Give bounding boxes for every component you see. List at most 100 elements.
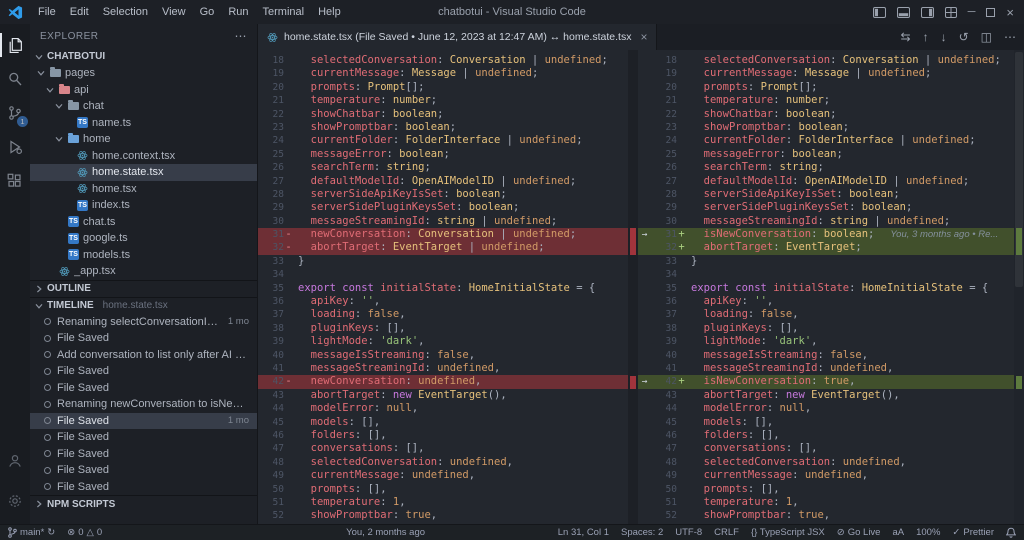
code-line[interactable]: 24 currentFolder: FolderInterface | unde… — [258, 134, 628, 147]
tree-item-google-ts[interactable]: TS google.ts — [30, 230, 257, 247]
tree-item-api[interactable]: api — [30, 82, 257, 99]
code-line[interactable]: 25 messageError: boolean; — [258, 148, 628, 161]
customize-layout-icon[interactable] — [944, 6, 957, 18]
code-line[interactable]: 46 folders: [], — [258, 429, 628, 442]
prettier-status[interactable]: ✓ Prettier — [952, 527, 994, 538]
code-line[interactable]: 22 showChatbar: boolean; — [258, 108, 628, 121]
tab-home-state-diff[interactable]: home.state.tsx (File Saved • June 12, 20… — [258, 24, 658, 50]
tree-item-index-ts[interactable]: TS index.ts — [30, 197, 257, 214]
swap-sides-icon[interactable]: ⇆ — [901, 30, 911, 44]
code-line[interactable]: 51 temperature: 1, — [638, 496, 1024, 509]
code-line[interactable]: 36 apiKey: '', — [258, 295, 628, 308]
code-line[interactable]: 21 temperature: number; — [258, 94, 628, 107]
code-line[interactable]: 22 showChatbar: boolean; — [638, 108, 1024, 121]
code-line[interactable]: 18 selectedConversation: Conversation | … — [258, 54, 628, 67]
diff-left-pane[interactable]: 18 selectedConversation: Conversation | … — [258, 50, 628, 524]
go-live-button[interactable]: ⊘ Go Live — [837, 527, 881, 538]
code-line[interactable]: 49 currentMessage: undefined, — [258, 469, 628, 482]
minimize-button[interactable]: ─ — [968, 6, 976, 18]
timeline-item[interactable]: Add conversation to list only after AI m… — [30, 347, 257, 364]
previous-change-icon[interactable]: ↑ — [923, 30, 929, 44]
code-line[interactable]: 21 temperature: number; — [638, 94, 1024, 107]
timeline-item[interactable]: File Saved — [30, 363, 257, 380]
menu-selection[interactable]: Selection — [96, 6, 155, 18]
code-line[interactable]: 37 loading: false, — [638, 308, 1024, 321]
code-line[interactable]: 19 currentMessage: Message | undefined; — [258, 67, 628, 80]
code-line[interactable]: 41 messageStreamingId: undefined, — [258, 362, 628, 375]
code-line[interactable]: 19 currentMessage: Message | undefined; — [638, 67, 1024, 80]
npm-scripts-section-header[interactable]: NPM SCRIPTS — [30, 495, 257, 512]
timeline-item[interactable]: File Saved — [30, 380, 257, 397]
zoom-level-status[interactable]: 100% — [916, 527, 940, 538]
timeline-item[interactable]: File Saved — [30, 429, 257, 446]
menu-help[interactable]: Help — [311, 6, 348, 18]
settings-gear-icon[interactable] — [0, 484, 30, 518]
menu-view[interactable]: View — [155, 6, 193, 18]
git-blame-status[interactable]: You, 2 months ago — [346, 527, 425, 538]
toggle-panel-icon[interactable] — [896, 6, 910, 18]
code-line[interactable]: 50 prompts: [], — [258, 483, 628, 496]
tree-item-home-tsx[interactable]: home.tsx — [30, 181, 257, 198]
code-line[interactable]: 27 defaultModelId: OpenAIModelID | undef… — [638, 175, 1024, 188]
editor-more-actions-icon[interactable]: ⋯ — [1004, 30, 1016, 44]
code-line[interactable]: 44 modelError: null, — [638, 402, 1024, 415]
code-line[interactable]: 43 abortTarget: new EventTarget(), — [258, 389, 628, 402]
timeline-item[interactable]: Renaming newConversation to isNewC... — [30, 396, 257, 413]
timeline-item[interactable]: Renaming selectConversationId to s... 1 m… — [30, 314, 257, 331]
source-control-icon[interactable]: 1 — [0, 96, 30, 130]
screencast-mode-status[interactable]: aA — [892, 527, 904, 538]
code-line[interactable]: 29 serverSidePluginKeysSet: boolean; — [638, 201, 1024, 214]
tree-item-chat-ts[interactable]: TS chat.ts — [30, 214, 257, 231]
code-line[interactable]: 23 showPromptbar: boolean; — [258, 121, 628, 134]
menu-file[interactable]: File — [31, 6, 63, 18]
code-line[interactable]: 28 serverSideApiKeyIsSet: boolean; — [258, 188, 628, 201]
explorer-icon[interactable] — [0, 28, 30, 62]
timeline-item[interactable]: File Saved — [30, 479, 257, 496]
code-line[interactable]: 35 export const initialState: HomeInitial… — [258, 282, 628, 295]
menu-run[interactable]: Run — [221, 6, 255, 18]
code-line[interactable]: 20 prompts: Prompt[]; — [638, 81, 1024, 94]
code-line[interactable]: 36 apiKey: '', — [638, 295, 1024, 308]
code-line[interactable]: 28 serverSideApiKeyIsSet: boolean; — [638, 188, 1024, 201]
code-line[interactable]: 43 abortTarget: new EventTarget(), — [638, 389, 1024, 402]
tree-item-home-state-tsx[interactable]: home.state.tsx — [30, 164, 257, 181]
code-line[interactable]: 20 prompts: Prompt[]; — [258, 81, 628, 94]
code-line[interactable]: 32- abortTarget: EventTarget | undefined… — [258, 241, 628, 255]
code-line[interactable]: 40 messageIsStreaming: false, — [258, 349, 628, 362]
code-line[interactable]: 30 messageStreamingId: string | undefine… — [258, 215, 628, 228]
code-line[interactable]: 47 conversations: [], — [258, 442, 628, 455]
revert-change-arrow-icon[interactable]: → — [638, 228, 651, 241]
code-line[interactable]: 51 temperature: 1, — [258, 496, 628, 509]
tree-item-pages[interactable]: pages — [30, 65, 257, 82]
code-line[interactable]: → 31 + isNewConversation: boolean; You, 3 m… — [638, 228, 1024, 242]
extensions-icon[interactable] — [0, 164, 30, 198]
code-line[interactable]: 33} — [258, 255, 628, 268]
notifications-bell-icon[interactable] — [1006, 527, 1016, 538]
menu-terminal[interactable]: Terminal — [256, 6, 312, 18]
code-line[interactable]: 34 — [638, 268, 1024, 281]
accounts-icon[interactable] — [0, 444, 30, 478]
code-line[interactable]: 37 loading: false, — [258, 308, 628, 321]
indentation-status[interactable]: Spaces: 2 — [621, 527, 663, 538]
code-line[interactable]: 26 searchTerm: string; — [258, 161, 628, 174]
toggle-sidebar-icon[interactable] — [872, 6, 886, 18]
code-line[interactable]: 24 currentFolder: FolderInterface | unde… — [638, 134, 1024, 147]
split-editor-icon[interactable]: ◫ — [981, 30, 992, 44]
code-line[interactable]: 52 showPromptbar: true, — [638, 509, 1024, 522]
code-line[interactable]: 48 selectedConversation: undefined, — [258, 456, 628, 469]
code-line[interactable]: 41 messageStreamingId: undefined, — [638, 362, 1024, 375]
run-debug-icon[interactable] — [0, 130, 30, 164]
project-root-header[interactable]: CHATBOTUI — [30, 48, 257, 65]
code-line[interactable]: 45 models: [], — [258, 416, 628, 429]
cursor-position[interactable]: Ln 31, Col 1 — [558, 527, 609, 538]
scrollbar[interactable] — [1014, 50, 1024, 524]
code-line[interactable]: 27 defaultModelId: OpenAIModelID | undef… — [258, 175, 628, 188]
code-line[interactable]: 45 models: [], — [638, 416, 1024, 429]
maximize-button[interactable] — [986, 7, 996, 17]
sync-icon[interactable]: ↻ — [47, 527, 55, 538]
code-line[interactable]: 44 modelError: null, — [258, 402, 628, 415]
next-change-icon[interactable]: ↓ — [941, 30, 947, 44]
more-actions-icon[interactable]: ⋯ — [235, 29, 248, 43]
code-line[interactable]: 30 messageStreamingId: string | undefine… — [638, 215, 1024, 228]
problems-indicator[interactable]: ⊗ 0 △ 0 — [67, 527, 102, 538]
